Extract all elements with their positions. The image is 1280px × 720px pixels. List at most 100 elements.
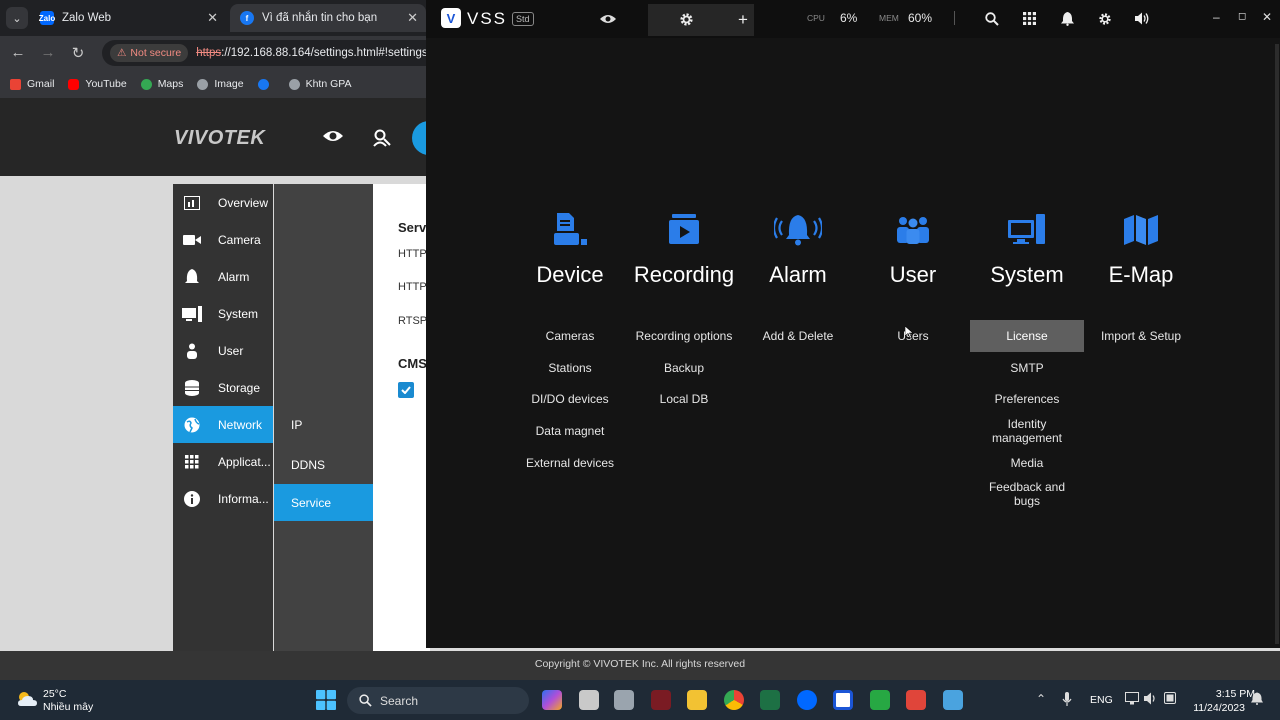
subnav-ddns[interactable]: DDNS (274, 446, 373, 483)
browser-tab-facebook[interactable]: f Vì đã nhắn tin cho bạn ✕ (230, 4, 426, 32)
windows-start-icon[interactable] (316, 690, 336, 710)
category-system[interactable]: System (970, 210, 1084, 288)
camtasia-app-icon[interactable] (870, 690, 890, 710)
computer-icon (182, 305, 202, 323)
snipping-app-icon[interactable] (614, 690, 634, 710)
category-recording[interactable]: Recording (627, 210, 741, 288)
cms-checkbox[interactable] (398, 382, 414, 398)
live-view-eye-icon[interactable] (600, 13, 616, 25)
notifications-bell-icon[interactable] (1251, 692, 1263, 705)
folder-app-icon[interactable] (687, 690, 707, 710)
vivotek-content: Servi HTTP HTTP RTSP CMS (373, 184, 430, 651)
bookmark-image[interactable]: Image (197, 78, 244, 90)
bookmark-gmail[interactable]: Gmail (10, 78, 54, 90)
address-bar[interactable]: ⚠ Not secure https ://192.168.88.164/set… (102, 40, 432, 66)
nav-camera[interactable]: Camera (173, 221, 273, 258)
bookmark-khtn-gpa[interactable]: Khtn GPA (288, 78, 351, 90)
weather-temperature[interactable]: 25°C (43, 688, 66, 700)
search-icon[interactable] (985, 12, 999, 26)
notepad-app-icon[interactable] (943, 690, 963, 710)
settings-gear-icon[interactable] (679, 12, 694, 27)
option-identity-management[interactable]: Identity management (985, 417, 1069, 445)
excel-app-icon[interactable] (760, 690, 780, 710)
file-explorer-app-icon[interactable] (579, 690, 599, 710)
option-recording-options[interactable]: Recording options (627, 329, 741, 343)
globe-icon (288, 78, 300, 90)
back-arrow-icon[interactable]: ← (9, 44, 27, 61)
forward-arrow-icon[interactable]: → (39, 44, 57, 61)
option-media[interactable]: Media (970, 456, 1084, 470)
category-device[interactable]: Device (513, 210, 627, 288)
mouse-cursor-icon (905, 326, 914, 339)
apps-grid-icon[interactable] (1023, 12, 1036, 25)
browser-tab-zalo[interactable]: Zalo Zalo Web ✕ (30, 4, 226, 32)
user-search-icon[interactable] (372, 128, 392, 148)
preferences-gear-icon[interactable] (1098, 12, 1112, 26)
option-license[interactable]: License (970, 320, 1084, 352)
vivotek-sidebar: Overview Camera Alarm System User Storag… (173, 184, 273, 651)
reload-icon[interactable]: ↻ (69, 44, 87, 62)
option-feedback-bugs[interactable]: Feedback and bugs (985, 480, 1069, 508)
taskbar-search-box[interactable]: Search (347, 687, 529, 714)
option-data-magnet[interactable]: Data magnet (513, 424, 627, 438)
category-alarm[interactable]: Alarm (741, 210, 855, 288)
network-icon[interactable] (1125, 692, 1139, 705)
battery-icon[interactable] (1164, 692, 1178, 704)
close-tab-icon[interactable]: ✕ (407, 10, 418, 26)
minimize-icon[interactable]: – (1213, 10, 1220, 24)
close-window-icon[interactable]: ✕ (1262, 10, 1272, 24)
option-preferences[interactable]: Preferences (970, 392, 1084, 406)
weather-description[interactable]: Nhiều mây (43, 701, 93, 713)
category-user[interactable]: User (856, 210, 970, 288)
option-external-devices[interactable]: External devices (513, 456, 627, 470)
clock-date[interactable]: 11/24/2023 (1180, 702, 1245, 714)
close-tab-icon[interactable]: ✕ (207, 10, 218, 26)
maximize-icon[interactable]: ◻ (1238, 11, 1246, 22)
not-secure-badge[interactable]: ⚠ Not secure (110, 44, 189, 62)
subnav-ip[interactable]: IP (274, 406, 373, 443)
nav-overview[interactable]: Overview (173, 184, 273, 221)
monitor-icon (970, 210, 1084, 250)
bookmark-maps[interactable]: Maps (140, 78, 183, 90)
vss-app-name: VSS (467, 9, 508, 28)
language-indicator[interactable]: ENG (1090, 694, 1113, 706)
weather-cloud-icon[interactable] (16, 690, 38, 708)
vss-scrollbar[interactable] (1275, 44, 1279, 644)
eye-icon[interactable] (322, 128, 344, 144)
nav-storage[interactable]: Storage (173, 369, 273, 406)
media-app-icon[interactable] (651, 690, 671, 710)
add-tab-plus-icon[interactable]: + (738, 10, 748, 30)
speaker-icon[interactable] (1144, 692, 1159, 705)
show-hidden-icons-chevron-icon[interactable]: ⌃ (1036, 692, 1046, 706)
option-import-setup[interactable]: Import & Setup (1084, 329, 1198, 343)
category-emap[interactable]: E-Map (1084, 210, 1198, 288)
vss-app-icon[interactable] (833, 690, 853, 710)
bookmark-facebook[interactable] (257, 78, 275, 90)
volume-icon[interactable] (1135, 12, 1150, 25)
zalo-app-icon[interactable] (797, 690, 817, 710)
chrome-app-icon[interactable] (724, 690, 744, 710)
nav-network[interactable]: Network (173, 406, 273, 443)
recorder-app-icon[interactable] (906, 690, 926, 710)
database-icon (182, 379, 202, 397)
tab-search-button[interactable]: ⌄ (6, 7, 28, 29)
option-stations[interactable]: Stations (513, 361, 627, 375)
user-icon (182, 342, 202, 360)
nav-system[interactable]: System (173, 295, 273, 332)
option-local-db[interactable]: Local DB (627, 392, 741, 406)
option-smtp[interactable]: SMTP (970, 361, 1084, 375)
microphone-icon[interactable] (1062, 692, 1072, 706)
option-cameras[interactable]: Cameras (513, 329, 627, 343)
copilot-app-icon[interactable] (542, 690, 562, 710)
nav-information[interactable]: Informa... (173, 480, 273, 517)
option-add-delete[interactable]: Add & Delete (741, 329, 855, 343)
subnav-service[interactable]: Service (274, 484, 373, 521)
nav-applications[interactable]: Applicat... (173, 443, 273, 480)
bookmark-youtube[interactable]: YouTube (68, 78, 127, 90)
clock-time[interactable]: 3:15 PM (1195, 688, 1255, 700)
option-dido-devices[interactable]: DI/DO devices (513, 392, 627, 406)
nav-alarm[interactable]: Alarm (173, 258, 273, 295)
nav-user[interactable]: User (173, 332, 273, 369)
option-backup[interactable]: Backup (627, 361, 741, 375)
notification-bell-icon[interactable] (1061, 11, 1074, 26)
